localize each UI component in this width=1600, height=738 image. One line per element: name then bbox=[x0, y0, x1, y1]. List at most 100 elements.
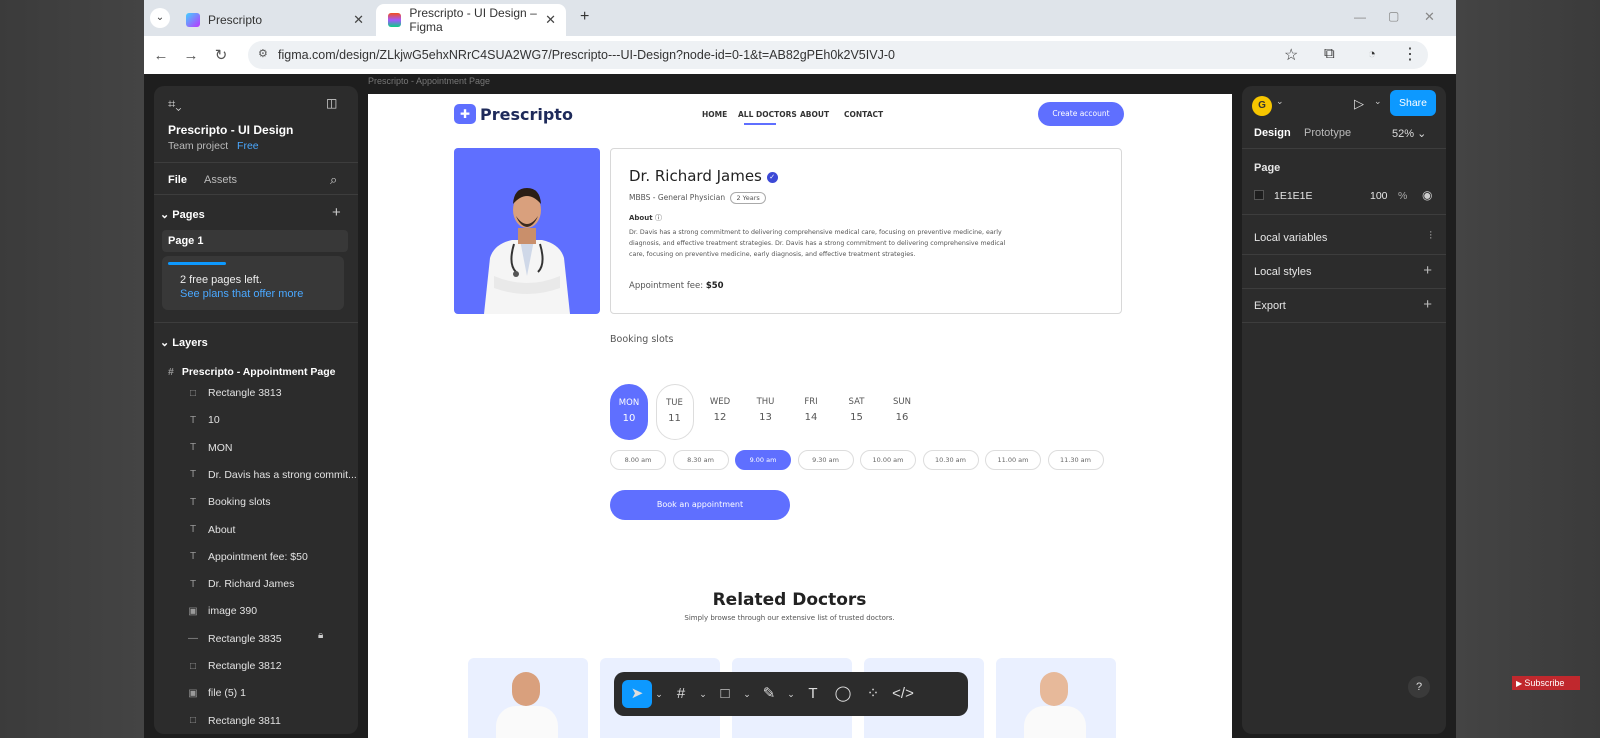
nav-link[interactable]: CONTACT bbox=[844, 110, 883, 119]
frame-layer[interactable]: # Prescripto - Appointment Page bbox=[168, 366, 335, 378]
site-settings-icon[interactable]: ⚙ bbox=[258, 47, 268, 60]
book-appointment-button[interactable]: Book an appointment bbox=[610, 490, 790, 520]
local-styles[interactable]: Local styles bbox=[1254, 266, 1311, 278]
day-slot[interactable]: SUN 16 bbox=[883, 384, 921, 440]
eye-icon[interactable]: ◉ bbox=[1422, 188, 1432, 202]
chevron-down-icon[interactable]: ⌄ bbox=[1374, 96, 1382, 107]
close-tab-icon[interactable]: ✕ bbox=[353, 12, 364, 28]
frame-tool-icon[interactable]: # bbox=[666, 680, 696, 708]
new-tab-button[interactable]: + bbox=[580, 8, 589, 26]
layer-item[interactable]: □ Rectangle 3811 bbox=[184, 708, 281, 734]
doctor-card[interactable] bbox=[468, 658, 588, 738]
time-slot[interactable]: 9.00 am bbox=[735, 450, 791, 470]
bg-color-swatch[interactable] bbox=[1254, 190, 1264, 200]
move-tool-icon[interactable]: ➤ bbox=[622, 680, 652, 708]
layer-item[interactable]: T Dr. Davis has a strong commit... bbox=[184, 462, 357, 488]
tab-search-icon[interactable]: ⌄ bbox=[150, 8, 170, 28]
chevron-down-icon[interactable]: ⌄ bbox=[1276, 96, 1284, 107]
add-page-icon[interactable]: + bbox=[332, 204, 341, 221]
add-style-icon[interactable]: + bbox=[1423, 262, 1432, 279]
time-slot[interactable]: 8.30 am bbox=[672, 450, 729, 470]
tab-prescripto[interactable]: Prescripto ✕ bbox=[174, 4, 374, 36]
day-slot[interactable]: TUE 11 bbox=[655, 384, 694, 440]
lock-icon[interactable]: 🔒︎ bbox=[318, 630, 323, 641]
time-slot[interactable]: 11.30 am bbox=[1047, 450, 1104, 470]
layer-item[interactable]: T Booking slots bbox=[184, 489, 271, 515]
day-slot[interactable]: WED 12 bbox=[701, 384, 739, 440]
profile-icon[interactable]: ◔ bbox=[1368, 46, 1376, 61]
time-slot[interactable]: 8.00 am bbox=[610, 450, 666, 470]
tab-prototype[interactable]: Prototype bbox=[1304, 127, 1351, 139]
layers-heading[interactable]: ⌄ Layers bbox=[160, 336, 208, 349]
zoom-level[interactable]: 52% ⌄ bbox=[1392, 127, 1426, 140]
layer-item[interactable]: □ Rectangle 3812 bbox=[184, 653, 282, 679]
subscribe-button[interactable]: ▶ Subscribe bbox=[1512, 676, 1580, 690]
pages-heading[interactable]: ⌄ Pages bbox=[160, 208, 205, 221]
share-button[interactable]: Share bbox=[1390, 90, 1436, 116]
comment-tool-icon[interactable]: ◯ bbox=[828, 680, 858, 708]
sidebar-toggle-icon[interactable]: ◫ bbox=[326, 96, 337, 110]
text-tool-icon[interactable]: T bbox=[798, 680, 828, 708]
present-icon[interactable]: ▷ bbox=[1354, 96, 1364, 112]
time-slot[interactable]: 9.30 am bbox=[797, 450, 854, 470]
chevron-down-icon[interactable]: ⌄ bbox=[696, 680, 710, 708]
extensions-icon[interactable]: ⧉ bbox=[1324, 45, 1335, 62]
nav-link[interactable]: ABOUT bbox=[800, 110, 829, 119]
avatar[interactable]: G bbox=[1252, 96, 1272, 116]
bg-hex-field[interactable]: 1E1E1E bbox=[1274, 190, 1313, 202]
layer-item[interactable]: T Dr. Richard James bbox=[184, 571, 294, 597]
sliders-icon[interactable]: ⫶ bbox=[1429, 230, 1432, 243]
layer-item[interactable]: ▣ file (5) 1 bbox=[184, 680, 246, 706]
chevron-down-icon[interactable]: ⌄ bbox=[740, 680, 754, 708]
reload-icon[interactable]: ↻ bbox=[206, 46, 236, 64]
day-slot[interactable]: SAT 15 bbox=[838, 384, 876, 440]
day-slot[interactable]: FRI 14 bbox=[792, 384, 830, 440]
layer-item[interactable]: □ Rectangle 3813 bbox=[184, 380, 282, 406]
close-window-icon[interactable]: ✕ bbox=[1424, 9, 1435, 25]
minimize-icon[interactable]: — bbox=[1354, 10, 1366, 24]
layer-item[interactable]: T 10 bbox=[184, 407, 220, 433]
menu-icon[interactable]: ⋮ bbox=[1402, 44, 1418, 64]
doctor-card[interactable] bbox=[996, 658, 1116, 738]
figma-menu-icon[interactable]: ⌗⌄ bbox=[168, 96, 181, 112]
frame-label[interactable]: Prescripto - Appointment Page bbox=[368, 76, 490, 86]
day-slot[interactable]: MON 10 bbox=[610, 384, 648, 440]
chevron-down-icon[interactable]: ⌄ bbox=[784, 680, 798, 708]
bookmark-star-icon[interactable]: ☆ bbox=[1284, 45, 1298, 65]
nav-link[interactable]: HOME bbox=[702, 110, 727, 119]
help-button[interactable]: ? bbox=[1408, 676, 1430, 698]
forward-icon[interactable]: → bbox=[176, 47, 206, 64]
rectangle-tool-icon[interactable]: □ bbox=[710, 680, 740, 708]
see-plans-link[interactable]: See plans that offer more bbox=[180, 288, 303, 300]
page-item[interactable]: Page 1 bbox=[162, 230, 348, 252]
time-slot[interactable]: 11.00 am bbox=[985, 450, 1041, 470]
layer-item[interactable]: ▣ image 390 bbox=[184, 598, 257, 624]
add-export-icon[interactable]: + bbox=[1423, 296, 1432, 313]
tab-design[interactable]: Design bbox=[1254, 127, 1291, 139]
tab-assets[interactable]: Assets bbox=[204, 174, 237, 186]
dev-mode-icon[interactable]: </> bbox=[888, 680, 918, 708]
day-slot[interactable]: THU 13 bbox=[747, 384, 785, 440]
project-title[interactable]: Prescripto - UI Design bbox=[168, 123, 293, 137]
export-section[interactable]: Export bbox=[1254, 300, 1286, 312]
actions-tool-icon[interactable]: ⁘ bbox=[858, 680, 888, 708]
pen-tool-icon[interactable]: ✎ bbox=[754, 680, 784, 708]
design-frame[interactable]: ✚ Prescripto HOME ALL DOCTORS ABOUT CONTACT… bbox=[368, 94, 1232, 738]
layer-item[interactable]: T About bbox=[184, 517, 236, 543]
maximize-icon[interactable]: ▢ bbox=[1388, 9, 1399, 23]
close-tab-icon[interactable]: ✕ bbox=[545, 12, 556, 28]
tab-file[interactable]: File bbox=[168, 174, 187, 186]
time-slot[interactable]: 10.00 am bbox=[860, 450, 916, 470]
nav-link[interactable]: ALL DOCTORS bbox=[738, 110, 797, 119]
tab-figma[interactable]: Prescripto - UI Design – Figma ✕ bbox=[376, 4, 566, 36]
layer-item[interactable]: — Rectangle 3835 bbox=[184, 626, 282, 652]
time-slot[interactable]: 10.30 am bbox=[922, 450, 979, 470]
create-account-button[interactable]: Create account bbox=[1038, 102, 1124, 126]
layer-item[interactable]: T Appointment fee: $50 bbox=[184, 544, 308, 570]
chevron-down-icon[interactable]: ⌄ bbox=[652, 680, 666, 708]
local-variables[interactable]: Local variables bbox=[1254, 232, 1327, 244]
bg-opacity-field[interactable]: 100 bbox=[1370, 190, 1388, 202]
back-icon[interactable]: ← bbox=[146, 47, 176, 64]
layer-item[interactable]: T MON bbox=[184, 435, 233, 461]
url-field[interactable]: ⚙ figma.com/design/ZLkjwG5ehxNRrC4SUA2WG… bbox=[248, 41, 1428, 69]
